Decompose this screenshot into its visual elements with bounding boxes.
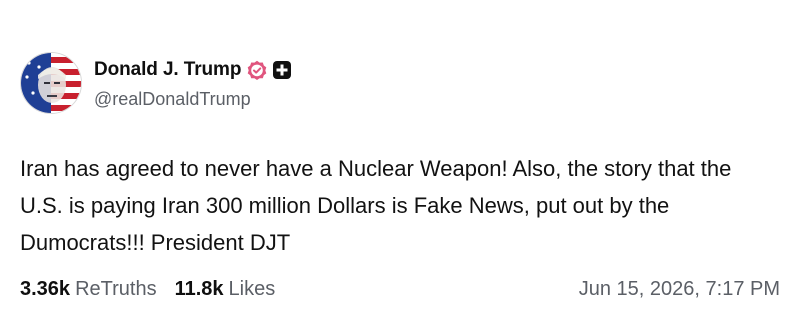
avatar[interactable] <box>20 52 82 114</box>
author-handle[interactable]: @realDonaldTrump <box>94 89 251 110</box>
post-timestamp[interactable]: Jun 15, 2026, 7:17 PM <box>579 277 780 301</box>
truth-post: Donald J. Trump @realDonaldTrump Iran ha… <box>0 0 800 318</box>
verified-badge-icon <box>247 60 267 80</box>
retruths-label: ReTruths <box>75 277 157 300</box>
likes-count: 11.8k <box>174 277 224 300</box>
post-stats: 3.36k ReTruths 11.8k Likes <box>20 277 293 301</box>
likes-stat[interactable]: 11.8k Likes <box>175 278 276 301</box>
plus-badge-icon <box>273 61 292 79</box>
retruths-stat[interactable]: 3.36k ReTruths <box>20 278 157 301</box>
avatar-image <box>21 53 81 113</box>
post-text: Iran has agreed to never have a Nuclear … <box>20 156 732 255</box>
likes-label: Likes <box>228 277 276 300</box>
retruths-count: 3.36k <box>20 277 71 300</box>
author-display-name[interactable]: Donald J. Trump <box>94 59 241 81</box>
author-name-row: Donald J. Trump <box>94 57 292 83</box>
